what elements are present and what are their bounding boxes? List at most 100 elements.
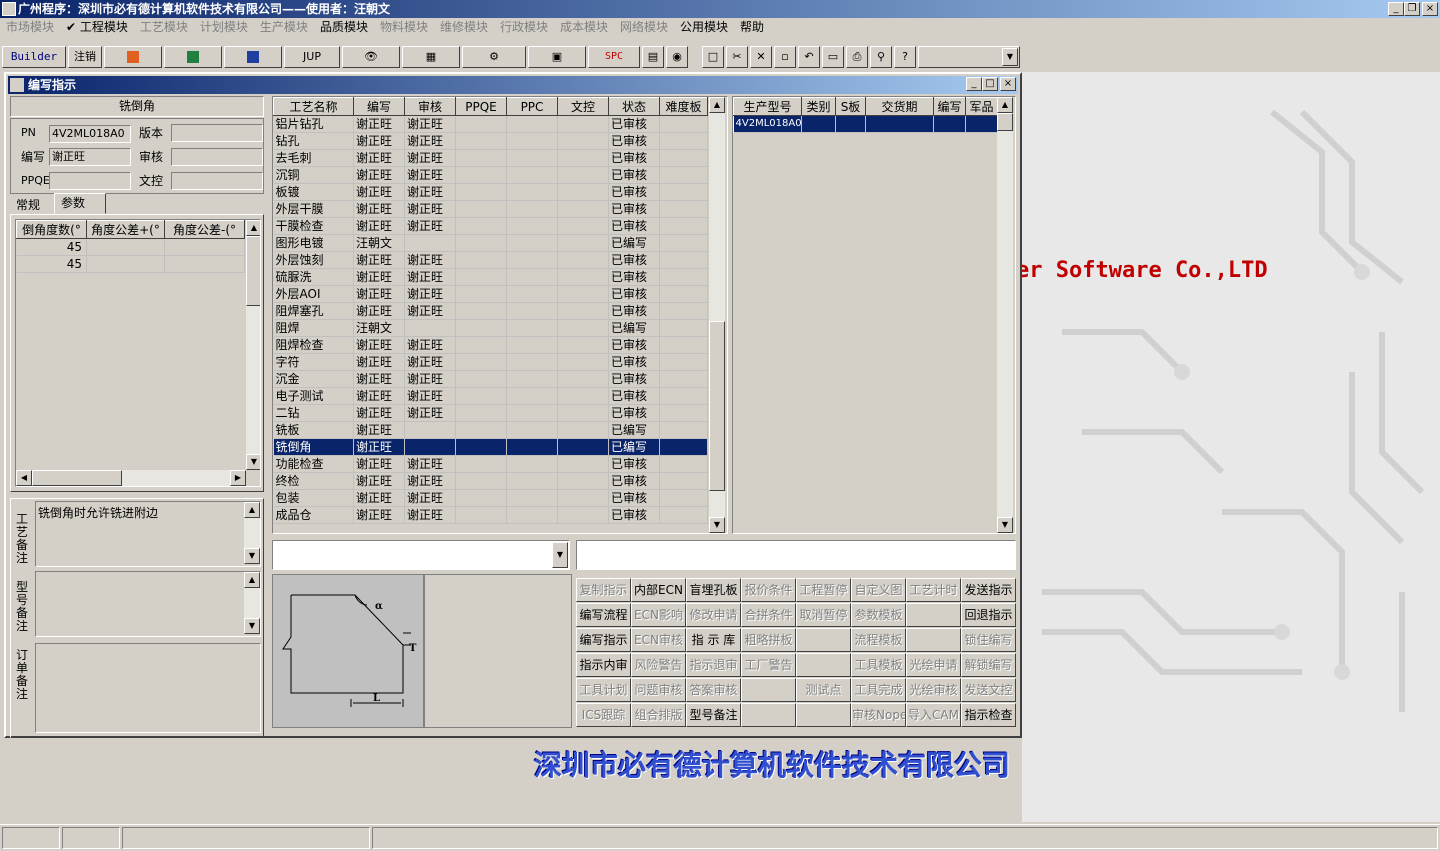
process-cell[interactable]: 谢正旺 [353,200,405,218]
action-button[interactable]: 发送指示 [961,578,1016,602]
process-cell[interactable] [659,319,708,337]
process-cell[interactable]: 谢正旺 [404,217,456,235]
process-cell[interactable]: 阻焊检查 [273,336,354,354]
process-cell[interactable]: 谢正旺 [353,251,405,269]
model-cell[interactable] [865,115,934,133]
process-cell[interactable]: 铝片钻孔 [273,115,354,133]
scroll-thumb[interactable] [997,113,1013,131]
process-cell[interactable]: 谢正旺 [404,268,456,286]
process-cell[interactable]: 谢正旺 [404,387,456,405]
model-cell[interactable]: 4V2ML018A0 [733,115,802,133]
process-cell[interactable]: 谢正旺 [353,370,405,388]
scroll-up-icon[interactable]: ▲ [709,97,725,113]
help-icon[interactable]: ? [894,46,916,68]
process-cell[interactable] [659,149,708,167]
process-cell[interactable]: 汪朝文 [353,234,405,252]
process-row[interactable]: 阻焊 汪朝文 已编写 [273,319,708,337]
action-button[interactable]: ICS跟踪 [576,703,631,727]
process-cell[interactable] [557,217,609,235]
process-cell[interactable] [506,421,558,439]
action-button[interactable]: 取消暂停 [796,603,851,627]
menu-item-2[interactable]: 工艺模块 [134,18,194,36]
model-header[interactable]: 生产型号 [733,97,802,116]
menu-item-12[interactable]: 帮助 [734,18,770,36]
process-cell[interactable]: 谢正旺 [353,404,405,422]
action-button[interactable]: ECN审核 [631,628,686,652]
process-vscroll[interactable]: ▲ ▼ [709,97,725,533]
process-cell[interactable] [557,183,609,201]
process-cell[interactable] [659,285,708,303]
model-row[interactable]: 4V2ML018A0 [733,115,998,133]
menu-item-4[interactable]: 生产模块 [254,18,314,36]
process-cell[interactable]: 谢正旺 [353,217,405,235]
hscroll-thumb[interactable] [32,470,122,486]
action-button[interactable]: 盲埋孔板 [686,578,741,602]
process-cell[interactable] [455,421,507,439]
action-button[interactable]: 问题审核 [631,678,686,702]
action-button[interactable]: 编写流程 [576,603,631,627]
process-cell[interactable]: 功能检查 [273,455,354,473]
process-cell[interactable] [557,115,609,133]
process-cell[interactable] [455,183,507,201]
model-header[interactable]: 交货期 [865,97,934,116]
process-cell[interactable]: 已编写 [608,438,660,456]
process-cell[interactable] [506,319,558,337]
menu-item-3[interactable]: 计划模块 [194,18,254,36]
process-cell[interactable] [506,302,558,320]
action-button[interactable]: 参数模板 [851,603,906,627]
scroll-right-icon[interactable]: ▶ [230,470,246,486]
action-button[interactable] [906,628,961,652]
param-cell[interactable] [86,255,165,273]
tools-icon[interactable]: ⚙ [462,46,526,68]
param-cell[interactable] [164,238,245,256]
process-cell[interactable] [455,285,507,303]
process-cell[interactable]: 已审核 [608,506,660,524]
close-button[interactable]: × [1422,2,1438,16]
process-cell[interactable]: 已审核 [608,302,660,320]
process-row[interactable]: 铝片钻孔 谢正旺 谢正旺 已审核 [273,115,708,133]
process-cell[interactable] [557,319,609,337]
process-cell[interactable] [455,115,507,133]
param-row[interactable]: 45 [16,255,245,273]
process-cell[interactable] [506,200,558,218]
action-button[interactable]: 审核Nope [851,703,906,727]
process-row[interactable]: 铣倒角 谢正旺 已编写 [273,438,708,456]
jup-button[interactable]: JUP [284,46,340,68]
process-row[interactable]: 电子测试 谢正旺 谢正旺 已审核 [273,387,708,405]
param-row[interactable]: 45 [16,238,245,256]
chevron-down-icon[interactable]: ▼ [1002,48,1018,66]
action-button[interactable]: 编写指示 [576,628,631,652]
process-cell[interactable] [455,506,507,524]
process-cell[interactable]: 已审核 [608,455,660,473]
scroll-up-icon[interactable]: ▲ [246,220,260,236]
process-row[interactable]: 阻焊检查 谢正旺 谢正旺 已审核 [273,336,708,354]
process-cell[interactable] [659,472,708,490]
window-minimize-button[interactable]: _ [966,77,982,91]
action-button[interactable]: 工具完成 [851,678,906,702]
process-cell[interactable] [659,455,708,473]
action-button[interactable]: 指示检查 [961,703,1016,727]
process-cell[interactable] [455,251,507,269]
globe-icon[interactable]: ◉ [666,46,688,68]
process-cell[interactable]: 成品仓 [273,506,354,524]
process-cell[interactable]: 已审核 [608,370,660,388]
process-cell[interactable] [506,132,558,150]
process-cell[interactable]: 已编写 [608,319,660,337]
action-button[interactable]: 流程模板 [851,628,906,652]
process-cell[interactable]: 谢正旺 [404,404,456,422]
process-cell[interactable] [404,438,456,456]
computer-icon[interactable]: ▣ [528,46,586,68]
process-cell[interactable] [659,302,708,320]
process-cell[interactable] [557,132,609,150]
process-cell[interactable]: 去毛刺 [273,149,354,167]
action-button[interactable]: 合拼条件 [741,603,796,627]
process-row[interactable]: 钻孔 谢正旺 谢正旺 已审核 [273,132,708,150]
process-cell[interactable]: 外层干膜 [273,200,354,218]
process-cell[interactable] [506,285,558,303]
process-cell[interactable]: 沉铜 [273,166,354,184]
process-cell[interactable]: 已审核 [608,285,660,303]
process-combo[interactable]: ▼ [272,540,570,570]
action-button[interactable]: 自定义图 [851,578,906,602]
model-cell[interactable] [835,115,866,133]
process-cell[interactable] [506,353,558,371]
